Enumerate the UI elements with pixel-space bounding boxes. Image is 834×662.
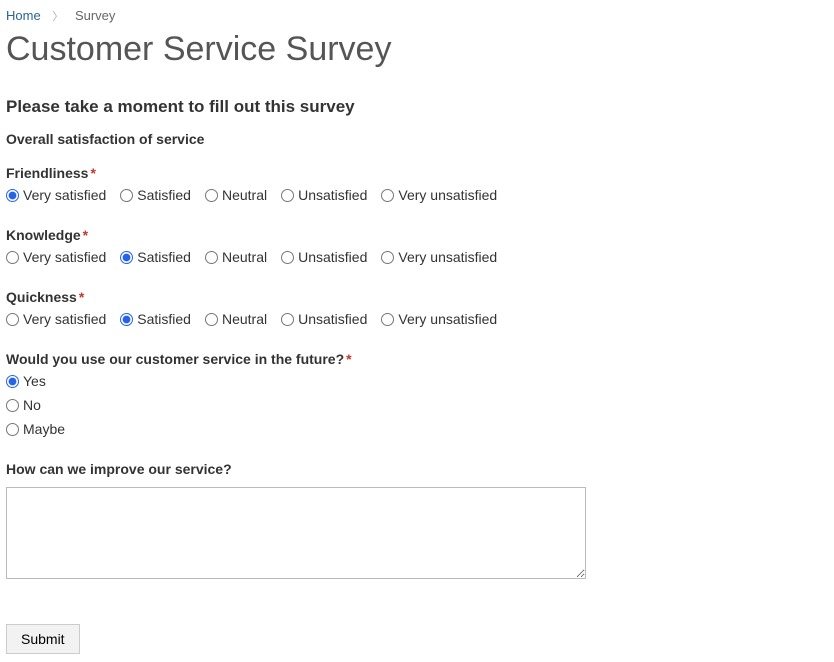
radio-label: Very unsatisfied: [398, 187, 497, 203]
breadcrumb-home[interactable]: Home: [6, 8, 41, 23]
radio-option[interactable]: Very unsatisfied: [381, 311, 497, 327]
required-mark: *: [79, 289, 84, 305]
radio-label: Satisfied: [137, 249, 191, 265]
submit-button[interactable]: Submit: [6, 624, 80, 654]
question-friendliness: Friendliness* Very satisfied Satisfied N…: [6, 165, 828, 203]
question-label-text: Quickness: [6, 289, 77, 305]
radio-label: Very unsatisfied: [398, 311, 497, 327]
radio-input[interactable]: [281, 313, 294, 326]
radio-label: Maybe: [23, 421, 65, 437]
radio-input[interactable]: [6, 251, 19, 264]
question-label-text: Would you use our customer service in th…: [6, 351, 344, 367]
question-improve: How can we improve our service?: [6, 461, 828, 582]
options-row: Very satisfied Satisfied Neutral Unsatis…: [6, 249, 828, 265]
required-mark: *: [83, 227, 88, 243]
options-stack: Yes No Maybe: [6, 373, 828, 437]
radio-option[interactable]: Satisfied: [120, 311, 191, 327]
question-label-text: How can we improve our service?: [6, 461, 232, 477]
radio-option[interactable]: Neutral: [205, 311, 267, 327]
required-mark: *: [346, 351, 351, 367]
required-mark: *: [90, 165, 95, 181]
radio-label: Satisfied: [137, 187, 191, 203]
radio-label: Very satisfied: [23, 249, 106, 265]
radio-option[interactable]: Very unsatisfied: [381, 187, 497, 203]
radio-option[interactable]: No: [6, 397, 828, 413]
radio-option[interactable]: Very satisfied: [6, 311, 106, 327]
radio-option[interactable]: Unsatisfied: [281, 187, 367, 203]
radio-option[interactable]: Very unsatisfied: [381, 249, 497, 265]
radio-input[interactable]: [6, 423, 19, 436]
radio-option[interactable]: Satisfied: [120, 187, 191, 203]
radio-label: Very satisfied: [23, 311, 106, 327]
section-heading: Overall satisfaction of service: [6, 131, 828, 147]
radio-option[interactable]: Satisfied: [120, 249, 191, 265]
chevron-right-icon: 〉: [52, 11, 63, 23]
radio-option[interactable]: Maybe: [6, 421, 828, 437]
page-title: Customer Service Survey: [6, 30, 828, 69]
radio-input[interactable]: [6, 375, 19, 388]
question-label: Would you use our customer service in th…: [6, 351, 828, 367]
radio-option[interactable]: Very satisfied: [6, 187, 106, 203]
radio-input[interactable]: [381, 313, 394, 326]
improve-textarea[interactable]: [6, 487, 586, 579]
question-label-text: Knowledge: [6, 227, 81, 243]
question-future: Would you use our customer service in th…: [6, 351, 828, 437]
radio-label: Very unsatisfied: [398, 249, 497, 265]
radio-option[interactable]: Neutral: [205, 249, 267, 265]
question-label: Friendliness*: [6, 165, 828, 181]
survey-intro: Please take a moment to fill out this su…: [6, 97, 828, 117]
radio-option[interactable]: Neutral: [205, 187, 267, 203]
radio-input[interactable]: [6, 313, 19, 326]
radio-input[interactable]: [205, 251, 218, 264]
radio-label: Unsatisfied: [298, 249, 367, 265]
radio-label: Neutral: [222, 311, 267, 327]
radio-input[interactable]: [120, 251, 133, 264]
radio-label: Unsatisfied: [298, 187, 367, 203]
radio-label: Neutral: [222, 249, 267, 265]
radio-option[interactable]: Unsatisfied: [281, 249, 367, 265]
radio-option[interactable]: Unsatisfied: [281, 311, 367, 327]
radio-label: Satisfied: [137, 311, 191, 327]
radio-input[interactable]: [281, 189, 294, 202]
question-label: How can we improve our service?: [6, 461, 828, 477]
question-label: Quickness*: [6, 289, 828, 305]
breadcrumb-current: Survey: [75, 8, 115, 23]
radio-input[interactable]: [381, 189, 394, 202]
question-label: Knowledge*: [6, 227, 828, 243]
radio-input[interactable]: [381, 251, 394, 264]
radio-input[interactable]: [6, 189, 19, 202]
radio-input[interactable]: [6, 399, 19, 412]
radio-label: Very satisfied: [23, 187, 106, 203]
radio-input[interactable]: [120, 189, 133, 202]
radio-input[interactable]: [120, 313, 133, 326]
question-quickness: Quickness* Very satisfied Satisfied Neut…: [6, 289, 828, 327]
radio-label: No: [23, 397, 41, 413]
radio-input[interactable]: [281, 251, 294, 264]
radio-label: Neutral: [222, 187, 267, 203]
radio-label: Unsatisfied: [298, 311, 367, 327]
radio-option[interactable]: Yes: [6, 373, 828, 389]
options-row: Very satisfied Satisfied Neutral Unsatis…: [6, 311, 828, 327]
options-row: Very satisfied Satisfied Neutral Unsatis…: [6, 187, 828, 203]
radio-input[interactable]: [205, 313, 218, 326]
breadcrumb: Home 〉 Survey: [6, 8, 828, 24]
question-knowledge: Knowledge* Very satisfied Satisfied Neut…: [6, 227, 828, 265]
radio-input[interactable]: [205, 189, 218, 202]
question-label-text: Friendliness: [6, 165, 88, 181]
radio-option[interactable]: Very satisfied: [6, 249, 106, 265]
radio-label: Yes: [23, 373, 46, 389]
